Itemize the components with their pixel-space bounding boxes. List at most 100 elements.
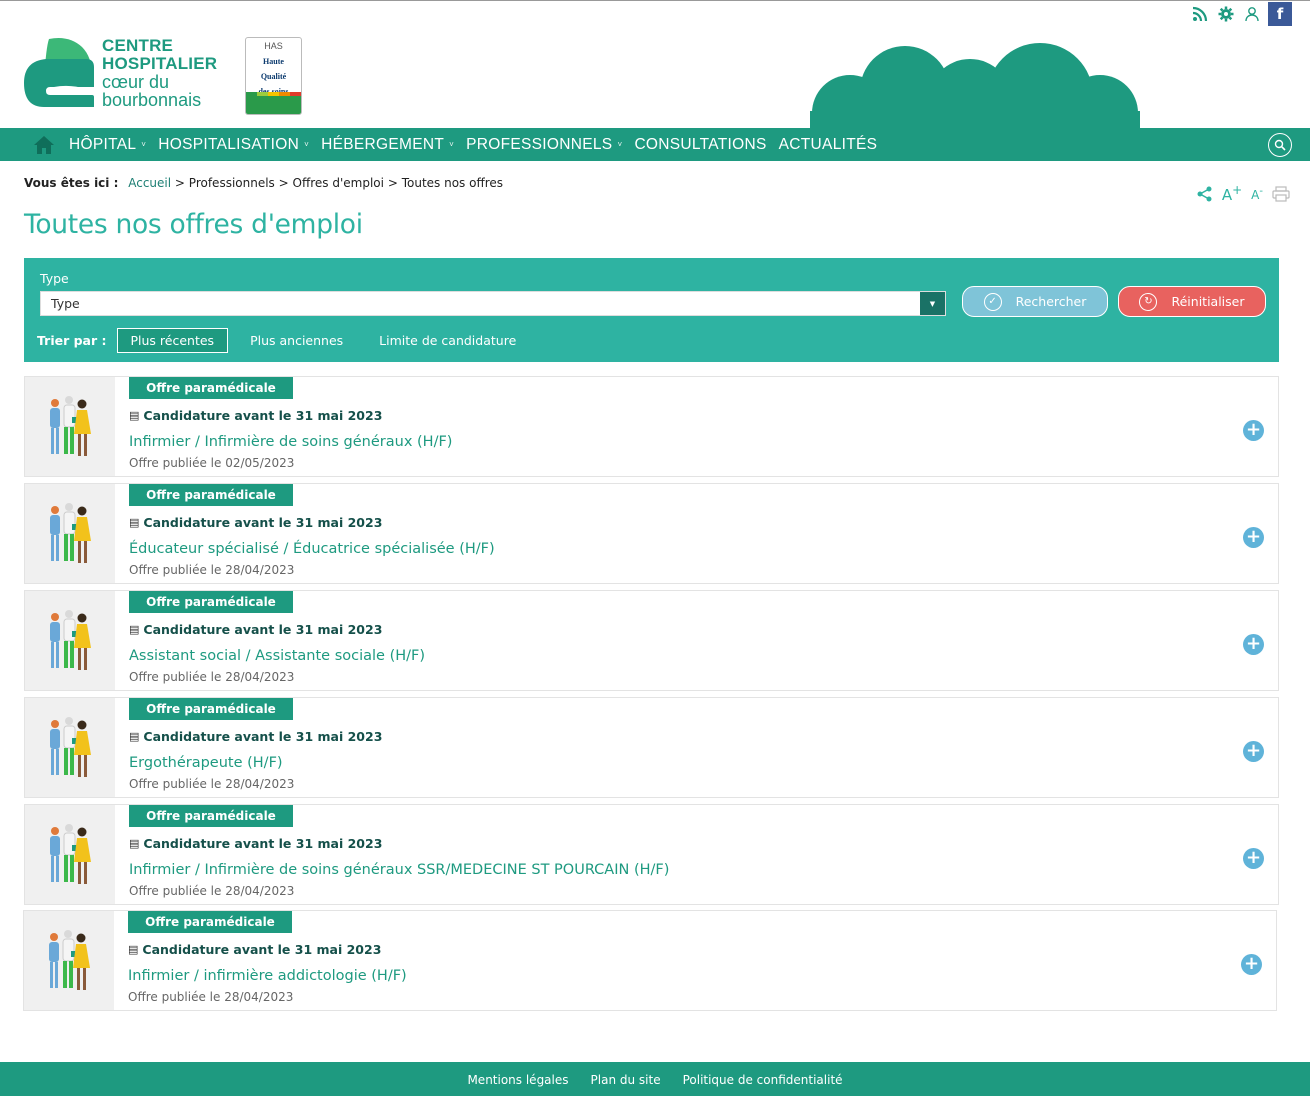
offer-card[interactable]: Offre paramédicale ▤ Candidature avant l…	[24, 590, 1279, 691]
caret-down-icon[interactable]: ▼	[920, 292, 945, 315]
offer-title-link[interactable]: Infirmier / infirmière addictologie (H/F…	[128, 968, 407, 984]
offer-title-link[interactable]: Ergothérapeute (H/F)	[129, 755, 283, 771]
search-icon	[1274, 139, 1286, 151]
font-decrease-button[interactable]: A-	[1251, 186, 1263, 202]
offer-card[interactable]: Offre paramédicale ▤ Candidature avant l…	[24, 376, 1279, 477]
site-logo[interactable]: CENTRE HOSPITALIER cœur du bourbonnais	[24, 37, 224, 111]
chevron-down-icon: ˅	[449, 140, 455, 149]
nav-item-professionnels[interactable]: PROFESSIONNELS ˅	[466, 136, 622, 154]
chevron-down-icon: ˅	[617, 140, 623, 149]
sort-bar: Trier par : Plus récentes Plus anciennes…	[37, 328, 538, 353]
has-certification-badge[interactable]: HAS Haute Qualité des soins	[245, 37, 302, 115]
nurses-illustration-icon	[50, 503, 91, 563]
reset-button[interactable]: ↻ Réinitialiser	[1118, 286, 1266, 317]
page-title: Toutes nos offres d'emploi	[24, 209, 363, 240]
user-icon[interactable]	[1242, 4, 1262, 24]
nav-item-label: PROFESSIONNELS	[466, 135, 613, 153]
logo-line-coeur: cœur du	[102, 72, 170, 92]
font-increase-sup: +	[1232, 183, 1243, 197]
expand-plus-icon[interactable]: +	[1241, 954, 1262, 975]
gear-icon[interactable]	[1216, 4, 1236, 24]
nurses-illustration-icon	[50, 717, 91, 777]
offer-card[interactable]: Offre paramédicale ▤ Candidature avant l…	[23, 910, 1277, 1011]
nav-item-hopital[interactable]: HÔPITAL ˅	[69, 136, 146, 154]
breadcrumb-separator: >	[387, 176, 398, 190]
offer-thumbnail	[25, 591, 115, 690]
offer-thumbnail	[25, 377, 115, 476]
offer-card[interactable]: Offre paramédicale ▤ Candidature avant l…	[24, 697, 1279, 798]
font-increase-button[interactable]: A+	[1222, 183, 1242, 204]
print-icon[interactable]	[1272, 185, 1290, 202]
sort-option-oldest[interactable]: Plus anciennes	[236, 328, 357, 353]
offer-title-link[interactable]: Infirmier / Infirmière de soins généraux…	[129, 862, 669, 878]
breadcrumb-professionnels-link[interactable]: Professionnels	[189, 176, 275, 190]
expand-plus-icon[interactable]: +	[1243, 634, 1264, 655]
logo-line-centre: CENTRE	[102, 36, 174, 55]
offer-published-date: Offre publiée le 02/05/2023	[129, 456, 295, 470]
offer-card[interactable]: Offre paramédicale ▤ Candidature avant l…	[24, 483, 1279, 584]
nav-item-label: HÉBERGEMENT	[321, 135, 445, 153]
calendar-icon: ▤	[129, 730, 140, 743]
expand-plus-icon[interactable]: +	[1243, 420, 1264, 441]
offer-card[interactable]: Offre paramédicale ▤ Candidature avant l…	[24, 804, 1279, 905]
footer-link-confidentialite[interactable]: Politique de confidentialité	[683, 1073, 843, 1087]
page-tools: A+ A-	[1197, 183, 1290, 204]
nav-item-consultations[interactable]: CONSULTATIONS	[634, 136, 766, 154]
offer-deadline-text: Candidature avant le 31 mai 2023	[143, 622, 383, 637]
offer-published-date: Offre publiée le 28/04/2023	[129, 563, 295, 577]
cloud-decoration-icon	[810, 43, 1140, 131]
footer-link-mentions[interactable]: Mentions légales	[467, 1073, 568, 1087]
offer-deadline-text: Candidature avant le 31 mai 2023	[143, 729, 383, 744]
type-select[interactable]: Type ▼	[40, 291, 946, 316]
search-button[interactable]	[1268, 133, 1292, 157]
breadcrumb-label: Vous êtes ici :	[24, 176, 119, 190]
expand-plus-icon[interactable]: +	[1243, 848, 1264, 869]
facebook-icon[interactable]: f	[1268, 2, 1292, 26]
nav-item-label: CONSULTATIONS	[634, 135, 767, 153]
font-decrease-sup: -	[1259, 185, 1263, 197]
main-navigation: HÔPITAL ˅ HOSPITALISATION ˅ HÉBERGEMENT …	[0, 128, 1310, 161]
sort-option-deadline[interactable]: Limite de candidature	[365, 328, 530, 353]
chevron-down-icon: ˅	[141, 140, 147, 149]
offer-deadline-text: Candidature avant le 31 mai 2023	[143, 515, 383, 530]
logo-line-bourbonnais: bourbonnais	[102, 90, 202, 110]
refresh-icon: ↻	[1139, 292, 1158, 311]
breadcrumb-current: Toutes nos offres	[401, 176, 504, 190]
offer-title-link[interactable]: Assistant social / Assistante sociale (H…	[129, 648, 425, 664]
offer-thumbnail	[25, 805, 115, 904]
home-icon[interactable]	[33, 135, 55, 155]
offer-deadline: ▤ Candidature avant le 31 mai 2023	[129, 515, 382, 530]
breadcrumb-home-link[interactable]: Accueil	[128, 176, 171, 190]
has-brand: HAS	[264, 41, 283, 51]
type-label: Type	[40, 271, 69, 286]
breadcrumb-offres-link[interactable]: Offres d'emploi	[293, 176, 384, 190]
expand-plus-icon[interactable]: +	[1243, 527, 1264, 548]
rss-icon[interactable]	[1190, 4, 1210, 24]
offer-category-badge: Offre paramédicale	[129, 698, 293, 720]
offer-title-link[interactable]: Infirmier / Infirmière de soins généraux…	[129, 434, 452, 450]
share-icon[interactable]	[1197, 186, 1213, 202]
sort-label: Trier par :	[37, 333, 107, 348]
footer-link-plan[interactable]: Plan du site	[591, 1073, 661, 1087]
expand-plus-icon[interactable]: +	[1243, 741, 1264, 762]
offer-title-link[interactable]: Éducateur spécialisé / Éducatrice spécia…	[129, 541, 495, 557]
nurses-illustration-icon	[50, 610, 91, 670]
offer-published-date: Offre publiée le 28/04/2023	[129, 884, 295, 898]
offer-category-badge: Offre paramédicale	[129, 484, 293, 506]
search-submit-button[interactable]: ✓ Rechercher	[962, 286, 1108, 317]
logo-text: CENTRE HOSPITALIER cœur du bourbonnais	[102, 36, 217, 110]
nav-item-hospitalisation[interactable]: HOSPITALISATION ˅	[158, 136, 309, 154]
search-submit-label: Rechercher	[1015, 294, 1087, 309]
offer-thumbnail	[24, 911, 114, 1010]
offer-category-badge: Offre paramédicale	[129, 805, 293, 827]
nav-item-hebergement[interactable]: HÉBERGEMENT ˅	[321, 136, 454, 154]
nav-item-actualites[interactable]: ACTUALITÉS	[779, 136, 878, 154]
check-icon: ✓	[983, 292, 1002, 311]
offer-thumbnail	[25, 698, 115, 797]
chevron-down-icon: ˅	[304, 140, 310, 149]
offer-published-date: Offre publiée le 28/04/2023	[128, 990, 294, 1004]
offer-deadline-text: Candidature avant le 31 mai 2023	[143, 836, 383, 851]
filter-panel: Type Type ▼ ✓ Rechercher ↻ Réinitialiser…	[24, 258, 1279, 362]
sort-option-recent[interactable]: Plus récentes	[116, 328, 229, 353]
calendar-icon: ▤	[128, 943, 139, 956]
